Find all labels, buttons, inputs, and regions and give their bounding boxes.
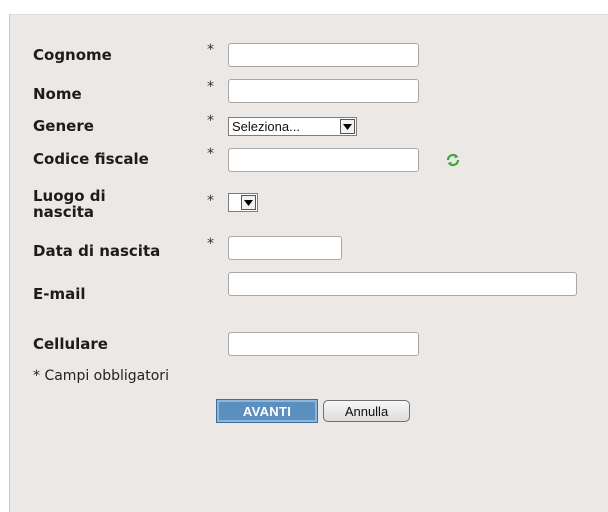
chevron-down-icon[interactable]	[241, 195, 256, 210]
email-label: E-mail	[33, 285, 86, 303]
codice-fiscale-input[interactable]	[228, 148, 419, 172]
cellulare-input[interactable]	[228, 332, 419, 356]
nome-input[interactable]	[228, 79, 419, 103]
cognome-label: Cognome	[33, 46, 112, 64]
data-nascita-input[interactable]	[228, 236, 342, 260]
luogo-nascita-select[interactable]	[228, 193, 258, 212]
genere-selected-value: Seleziona...	[232, 119, 300, 134]
luogo-nascita-label-line2: nascita	[33, 203, 95, 221]
annulla-button[interactable]: Annulla	[323, 400, 410, 422]
genere-required-mark: *	[207, 113, 214, 129]
nome-label: Nome	[33, 85, 82, 103]
nome-required-mark: *	[207, 79, 214, 95]
data-nascita-required-mark: *	[207, 236, 214, 252]
cellulare-label: Cellulare	[33, 335, 108, 353]
data-nascita-label: Data di nascita	[33, 242, 161, 260]
genere-select[interactable]: Seleziona...	[228, 117, 357, 136]
luogo-nascita-label-line1: Luogo di	[33, 187, 106, 205]
cognome-required-mark: *	[207, 42, 214, 58]
required-fields-note: * Campi obbligatori	[33, 368, 169, 384]
cognome-input[interactable]	[228, 43, 419, 67]
email-input[interactable]	[228, 272, 577, 296]
genere-label: Genere	[33, 117, 94, 135]
chevron-down-icon[interactable]	[340, 119, 355, 134]
avanti-button[interactable]: AVANTI	[216, 399, 318, 423]
luogo-nascita-label: Luogo di nascita	[33, 188, 143, 220]
codice-fiscale-required-mark: *	[207, 146, 214, 162]
luogo-nascita-required-mark: *	[207, 193, 214, 209]
refresh-icon[interactable]	[446, 153, 460, 167]
codice-fiscale-label: Codice fiscale	[33, 150, 149, 168]
